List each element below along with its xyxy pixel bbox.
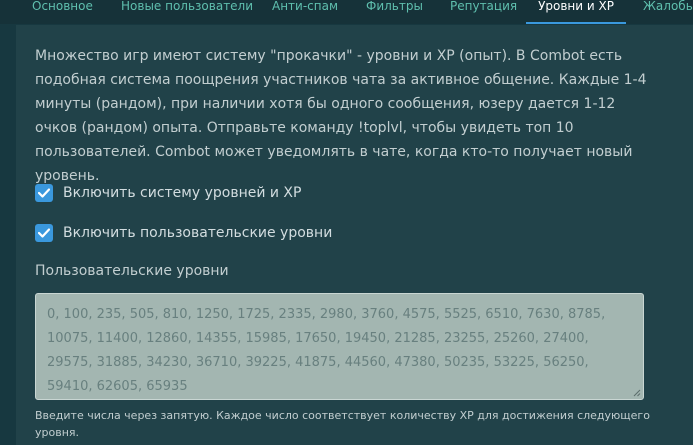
- tab-complaints[interactable]: Жалобы: [643, 0, 693, 22]
- tab-new-users[interactable]: Новые пользователи: [121, 0, 253, 22]
- custom-levels-label: Пользовательские уровни: [35, 263, 229, 279]
- custom-levels-value: 0, 100, 235, 505, 810, 1250, 1725, 2335,…: [47, 307, 606, 394]
- tab-basic[interactable]: Основное: [32, 0, 93, 22]
- levels-description: Множество игр имеют систему "прокачки" -…: [35, 48, 647, 184]
- enable-levels-checkbox-row[interactable]: Включить систему уровней и XP: [35, 183, 301, 203]
- tab-anti-spam[interactable]: Анти-спам: [272, 0, 338, 22]
- custom-levels-textarea[interactable]: 0, 100, 235, 505, 810, 1250, 1725, 2335,…: [35, 293, 644, 400]
- checkmark-icon: [38, 228, 50, 238]
- resize-handle-icon[interactable]: [633, 389, 641, 397]
- enable-custom-levels-checkbox-row[interactable]: Включить пользовательские уровни: [35, 223, 332, 243]
- enable-custom-levels-checkbox[interactable]: [35, 224, 53, 242]
- custom-levels-hint: Введите числа через запятую. Каждое числ…: [35, 409, 650, 439]
- checkmark-icon: [38, 188, 50, 198]
- enable-levels-label: Включить систему уровней и XP: [63, 185, 302, 201]
- tab-filters[interactable]: Фильтры: [366, 0, 423, 22]
- enable-custom-levels-label: Включить пользовательские уровни: [63, 225, 333, 241]
- enable-levels-checkbox[interactable]: [35, 184, 53, 202]
- tab-levels-xp[interactable]: Уровни и XP: [526, 0, 626, 24]
- settings-tabs: Основное Новые пользователи Анти-спам Фи…: [0, 0, 693, 24]
- tab-reputation[interactable]: Репутация: [450, 0, 517, 22]
